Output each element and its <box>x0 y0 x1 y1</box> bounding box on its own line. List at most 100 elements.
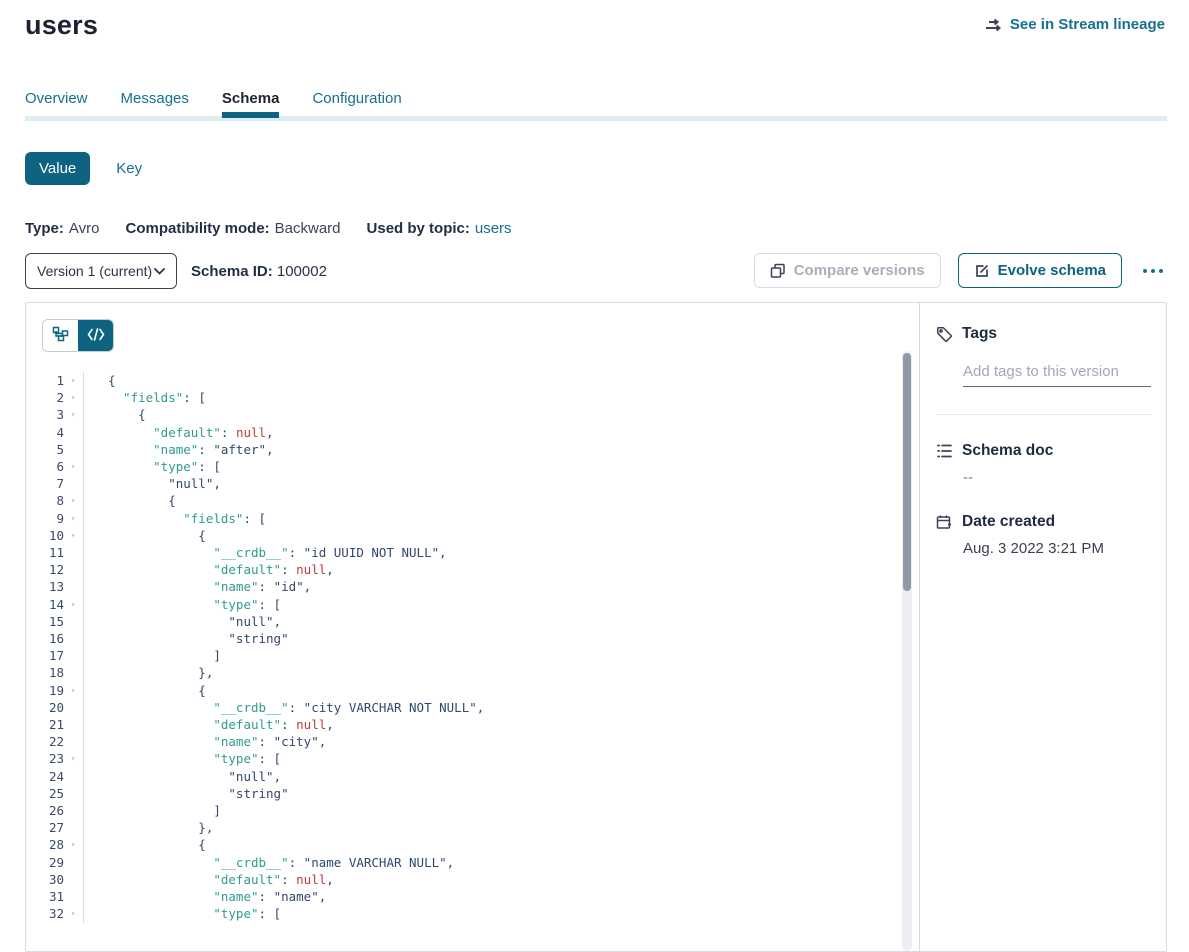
tags-input[interactable] <box>963 361 1151 387</box>
collapse-arrow-slot <box>64 854 82 871</box>
line-number: 5 <box>26 441 64 458</box>
collapse-arrow-icon[interactable]: ▾ <box>64 406 82 423</box>
value-tab-button[interactable]: Value <box>25 152 90 185</box>
line-number: 7 <box>26 475 64 492</box>
tab-configuration[interactable]: Configuration <box>312 90 401 125</box>
line-number: 20 <box>26 699 64 716</box>
code-line: 8▾{ <box>26 492 919 509</box>
version-select-value: Version 1 (current) <box>37 263 152 279</box>
code-text: "default": null, <box>108 424 274 441</box>
ellipsis-icon <box>1141 263 1165 278</box>
code-line: 23▾"type": [ <box>26 750 919 767</box>
line-number: 30 <box>26 871 64 888</box>
evolve-schema-button[interactable]: Evolve schema <box>958 253 1122 288</box>
collapse-arrow-icon[interactable]: ▾ <box>64 750 82 767</box>
code-line: 3▾{ <box>26 406 919 423</box>
tab-schema[interactable]: Schema <box>222 90 280 125</box>
code-line: 13"name": "id", <box>26 578 919 595</box>
code-text: }, <box>108 664 213 681</box>
code-scrollbar-thumb[interactable] <box>903 353 911 591</box>
topic-link[interactable]: users <box>475 220 512 237</box>
schema-doc-title: Schema doc <box>962 442 1053 460</box>
collapse-arrow-icon[interactable]: ▾ <box>64 389 82 406</box>
collapse-arrow-slot <box>64 647 82 664</box>
code-text: "name": "city", <box>108 733 326 750</box>
line-number: 28 <box>26 836 64 853</box>
line-number: 22 <box>26 733 64 750</box>
code-scrollbar-track[interactable] <box>902 351 912 951</box>
tab-messages[interactable]: Messages <box>121 90 189 125</box>
line-number: 27 <box>26 819 64 836</box>
list-icon <box>936 443 953 459</box>
line-number: 18 <box>26 664 64 681</box>
code-text: { <box>108 372 116 389</box>
code-line: 22 "name": "city", <box>26 733 919 750</box>
compare-versions-button[interactable]: Compare versions <box>754 253 941 288</box>
collapse-arrow-icon[interactable]: ▾ <box>64 682 82 699</box>
key-tab-button[interactable]: Key <box>116 160 142 177</box>
code-text: { <box>108 492 176 509</box>
line-number: 32 <box>26 905 64 922</box>
code-text: "type": [ <box>108 750 281 767</box>
tab-overview[interactable]: Overview <box>25 90 88 125</box>
chevron-down-icon <box>154 268 165 275</box>
code-line: 25"string" <box>26 785 919 802</box>
collapse-arrow-icon[interactable]: ▾ <box>64 836 82 853</box>
collapse-arrow-slot <box>64 424 82 441</box>
code-text: "string" <box>108 785 289 802</box>
version-select[interactable]: Version 1 (current) <box>25 253 177 289</box>
collapse-arrow-icon[interactable]: ▾ <box>64 492 82 509</box>
schema-id-label: Schema ID: <box>191 263 273 280</box>
code-text: { <box>108 682 206 699</box>
line-number: 12 <box>26 561 64 578</box>
line-number: 14 <box>26 596 64 613</box>
collapse-arrow-slot <box>64 544 82 561</box>
code-line: 17] <box>26 647 919 664</box>
code-line: 11"__crdb__": "id UUID NOT NULL", <box>26 544 919 561</box>
code-line: 20"__crdb__": "city VARCHAR NOT NULL", <box>26 699 919 716</box>
version-bar: Version 1 (current) Schema ID: 100002 <box>25 253 327 289</box>
code-text: ] <box>108 647 221 664</box>
collapse-arrow-slot <box>64 441 82 458</box>
code-text: }, <box>108 819 213 836</box>
code-text: "__crdb__": "name VARCHAR NULL", <box>108 854 454 871</box>
more-options-button[interactable] <box>1139 261 1167 280</box>
type-label: Type: <box>25 220 64 237</box>
code-line: 28▾{ <box>26 836 919 853</box>
code-line: 32▾ "type": [ <box>26 905 919 922</box>
collapse-arrow-icon[interactable]: ▾ <box>64 527 82 544</box>
collapse-arrow-icon[interactable]: ▾ <box>64 905 82 922</box>
schema-doc-header: Schema doc <box>936 442 1152 460</box>
line-number: 1 <box>26 372 64 389</box>
date-created-value: Aug. 3 2022 3:21 PM <box>963 540 1152 557</box>
code-text: "default": null, <box>108 716 334 733</box>
view-toggle <box>42 319 114 352</box>
collapse-arrow-icon[interactable]: ▾ <box>64 458 82 475</box>
code-text: "string" <box>108 630 289 647</box>
collapse-arrow-icon[interactable]: ▾ <box>64 372 82 389</box>
collapse-arrow-slot <box>64 733 82 750</box>
collapse-arrow-slot <box>64 630 82 647</box>
code-line: 26] <box>26 802 919 819</box>
code-text: { <box>108 406 146 423</box>
tree-view-button[interactable] <box>43 320 78 351</box>
collapse-arrow-slot <box>64 578 82 595</box>
schema-viewer: 1▾{2▾"fields": [3▾{4"default": null,5"na… <box>26 303 919 951</box>
code-text: "type": [ <box>108 458 221 475</box>
code-text: "null", <box>108 768 281 785</box>
line-number: 13 <box>26 578 64 595</box>
tab-bar: Overview Messages Schema Configuration <box>25 90 402 125</box>
code-text: "type": [ <box>108 905 281 922</box>
code-view-button[interactable] <box>78 320 113 351</box>
collapse-arrow-icon[interactable]: ▾ <box>64 510 82 527</box>
collapse-arrow-icon[interactable]: ▾ <box>64 596 82 613</box>
code-line: 1▾ { <box>26 372 919 389</box>
calendar-plus-icon <box>936 514 953 531</box>
line-number: 21 <box>26 716 64 733</box>
code-line: 10▾{ <box>26 527 919 544</box>
code-view-icon <box>87 328 105 344</box>
code-text: "null", <box>108 475 221 492</box>
schema-meta: Type:Avro Compatibility mode:Backward Us… <box>25 220 512 237</box>
stream-lineage-link[interactable]: See in Stream lineage <box>985 16 1165 33</box>
stream-lineage-icon <box>985 18 1003 32</box>
